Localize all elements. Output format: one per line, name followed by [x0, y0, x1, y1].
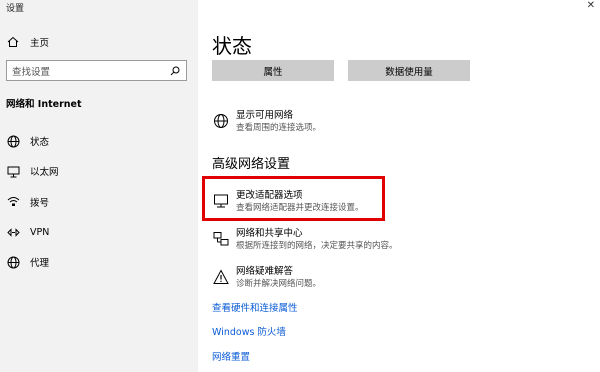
- sidebar-item-label: 代理: [30, 258, 50, 270]
- section-title: 网络和 Internet: [6, 99, 82, 110]
- sharing-center-icon: [212, 230, 230, 248]
- sidebar-item-dialup[interactable]: 拨号: [6, 187, 59, 217]
- sidebar: 设置 主页 查找设置 网络和 Internet 状态 以太网 拨号 VPN 代理: [0, 0, 198, 372]
- show-networks-desc: 查看周围的连接选项。: [236, 123, 322, 133]
- window-title: 设置: [6, 4, 25, 14]
- show-networks-title: 显示可用网络: [236, 110, 294, 121]
- troubleshoot-desc: 诊断并解决网络问题。: [236, 279, 322, 289]
- home-label: 主页: [30, 38, 50, 49]
- sidebar-item-label: 以太网: [30, 167, 59, 179]
- change-adapter-title: 更改适配器选项: [236, 190, 303, 201]
- dialup-icon: [6, 195, 20, 209]
- sidebar-item-label: VPN: [30, 226, 50, 238]
- show-networks-option[interactable]: 显示可用网络 查看周围的连接选项。: [212, 110, 321, 134]
- sidebar-item-proxy[interactable]: 代理: [6, 247, 59, 277]
- status-icon: [6, 134, 20, 148]
- properties-button[interactable]: 属性: [212, 60, 334, 81]
- sidebar-item-label: 状态: [30, 137, 50, 149]
- search-placeholder: 查找设置: [12, 66, 51, 78]
- hardware-properties-link[interactable]: 查看硬件和连接属性: [212, 300, 298, 314]
- home-link[interactable]: 主页: [6, 35, 49, 49]
- sidebar-item-vpn[interactable]: VPN: [6, 217, 59, 247]
- data-usage-button[interactable]: 数据使用量: [348, 60, 470, 81]
- proxy-icon: [6, 255, 20, 269]
- sidebar-item-label: 拨号: [30, 197, 50, 209]
- adapter-icon: [212, 192, 230, 210]
- sidebar-nav: 状态 以太网 拨号 VPN 代理: [6, 126, 59, 277]
- firewall-link[interactable]: Windows 防火墙: [212, 324, 286, 338]
- home-icon: [6, 35, 20, 49]
- network-reset-link[interactable]: 网络重置: [212, 349, 250, 363]
- sharing-center-desc: 根据所连接到的网络，决定要共享的内容。: [236, 241, 398, 251]
- sidebar-item-ethernet[interactable]: 以太网: [6, 156, 59, 186]
- sidebar-item-status[interactable]: 状态: [6, 126, 59, 156]
- change-adapter-desc: 查看网络适配器并更改连接设置。: [236, 203, 364, 213]
- vpn-icon: [6, 225, 20, 239]
- change-adapter-option[interactable]: 更改适配器选项 查看网络适配器并更改连接设置。: [212, 190, 364, 214]
- ethernet-icon: [6, 164, 20, 178]
- search-icon[interactable]: [169, 65, 181, 77]
- search-input[interactable]: 查找设置: [6, 60, 187, 81]
- troubleshoot-option[interactable]: 网络疑难解答 诊断并解决网络问题。: [212, 266, 321, 290]
- page-title: 状态: [212, 34, 252, 58]
- sharing-center-option[interactable]: 网络和共享中心 根据所连接到的网络，决定要共享的内容。: [212, 228, 398, 252]
- troubleshoot-title: 网络疑难解答: [236, 266, 294, 277]
- main-content: ✕ 状态 属性 数据使用量 显示可用网络 查看周围的连接选项。 高级网络设置 更…: [198, 0, 600, 372]
- advanced-settings-title: 高级网络设置: [212, 157, 291, 172]
- close-icon[interactable]: ✕: [587, 0, 595, 11]
- sharing-center-title: 网络和共享中心: [236, 228, 303, 239]
- warning-icon: [212, 268, 230, 286]
- network-globe-icon: [212, 112, 230, 130]
